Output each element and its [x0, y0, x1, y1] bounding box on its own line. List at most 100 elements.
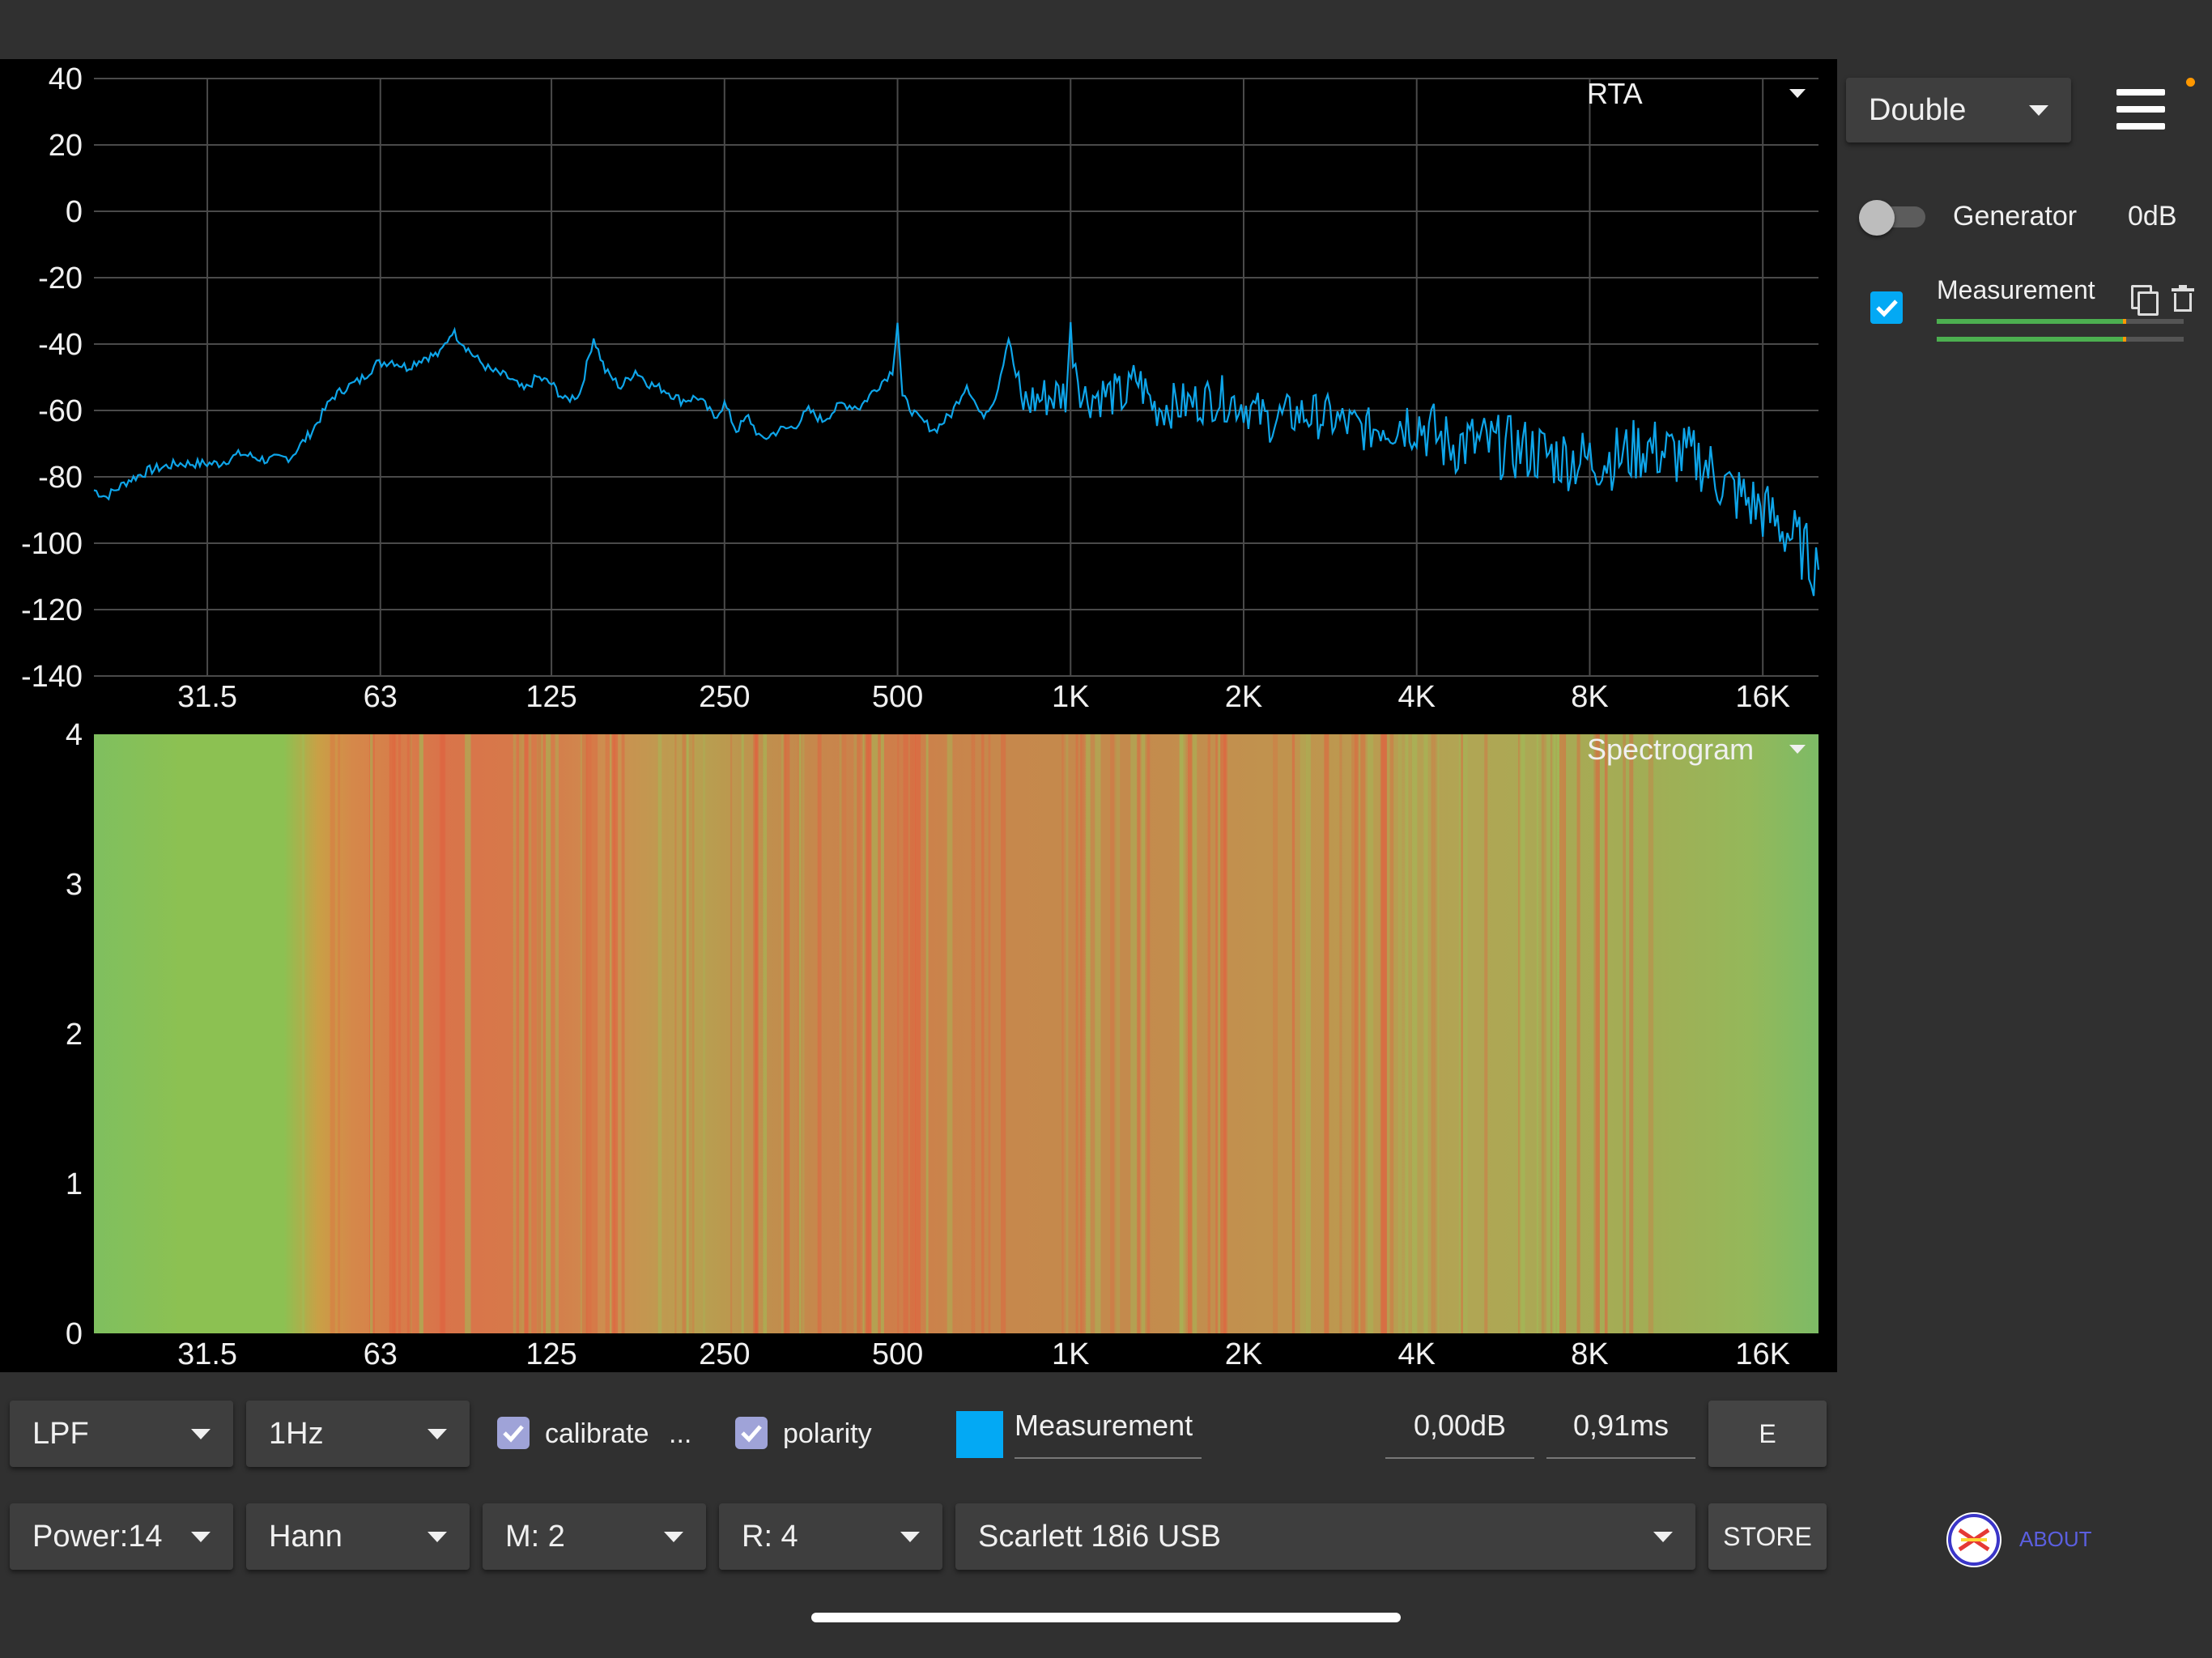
spectrogram-y-tick-label: 0	[66, 1317, 83, 1351]
delay-value: 0,91ms	[1572, 1409, 1670, 1442]
spectrogram-streak	[302, 734, 305, 1333]
spectrogram-streak	[613, 734, 616, 1333]
generator-level[interactable]: 0dB	[2128, 201, 2177, 232]
rta-y-tick-label: 0	[66, 195, 83, 229]
spectrogram-streak	[909, 734, 913, 1333]
resolution-select[interactable]: 1Hz	[246, 1401, 470, 1467]
device-select[interactable]: Scarlett 18i6 USB	[955, 1503, 1695, 1570]
spectrogram-streak	[1079, 734, 1083, 1333]
spectrogram-streak	[1536, 734, 1538, 1333]
rta-y-tick-label: 20	[49, 129, 83, 163]
spectrogram-streak	[1576, 734, 1580, 1333]
delay-field[interactable]: 0,91ms	[1546, 1409, 1695, 1459]
spectrogram-streak	[755, 734, 758, 1333]
e-button[interactable]: E	[1708, 1401, 1827, 1467]
rta-y-tick-label: -40	[38, 328, 83, 362]
spectrogram-streak	[741, 734, 744, 1333]
spectrogram-streak	[763, 734, 768, 1333]
rta-y-tick-label: -60	[38, 394, 83, 428]
polarity-checkbox[interactable]	[735, 1417, 768, 1449]
generator-label: Generator	[1953, 201, 2078, 232]
chevron-down-icon	[664, 1532, 683, 1542]
check-icon	[741, 1425, 762, 1443]
spectrogram-streak	[1339, 734, 1342, 1333]
about-logo-icon[interactable]	[1946, 1512, 2001, 1567]
spectrogram-streak	[1562, 734, 1567, 1333]
measurement-name-field[interactable]: Measurement	[1015, 1409, 1202, 1459]
home-indicator[interactable]	[811, 1613, 1401, 1622]
check-icon	[503, 1425, 524, 1443]
menu-button[interactable]	[2113, 87, 2170, 136]
filter-select[interactable]: LPF	[10, 1401, 233, 1467]
spectrogram-streak	[591, 734, 598, 1333]
spectrogram-streak	[1380, 734, 1387, 1333]
window-select[interactable]: Hann	[246, 1503, 470, 1570]
rta-y-tick-label: -120	[21, 593, 83, 627]
gain-field[interactable]: 0,00dB	[1385, 1409, 1534, 1459]
power-select-value: Power:14	[32, 1519, 163, 1554]
spectrogram-streak	[1273, 734, 1278, 1333]
measurement-label: Measurement	[1937, 275, 2095, 304]
rta-x-tick-label: 250	[699, 680, 750, 714]
spectrogram-streak	[1291, 734, 1295, 1333]
spectrogram-streak	[1207, 734, 1210, 1333]
spectrogram-streak	[537, 734, 542, 1333]
spectrogram-streak	[1484, 734, 1488, 1333]
spectrogram-streak	[1215, 734, 1218, 1333]
device-select-value: Scarlett 18i6 USB	[978, 1519, 1221, 1554]
spectrogram-streak	[897, 734, 900, 1333]
spectrogram-x-tick-label: 8K	[1571, 1337, 1608, 1371]
spectrogram-streak	[1604, 734, 1608, 1333]
spectrogram-streak	[338, 734, 341, 1333]
copy-icon[interactable]	[2131, 285, 2159, 316]
charts-svg[interactable]: 31.5 63 125 250 500 1K 2K 4K 8K 16K40200-20-40-60…	[0, 59, 1837, 1372]
spectrogram-y-tick-label: 4	[66, 718, 83, 752]
spectrogram-streak	[1130, 734, 1137, 1333]
spectrogram-view-select[interactable]: Spectrogram	[1587, 733, 1814, 768]
rta-view-select[interactable]: RTA	[1587, 77, 1814, 113]
chevron-down-icon	[2029, 105, 2048, 116]
spectrogram-streak	[1648, 734, 1654, 1333]
r-select-value: R: 4	[742, 1519, 798, 1554]
spectrogram-streak	[419, 734, 423, 1333]
store-button[interactable]: STORE	[1708, 1503, 1827, 1570]
rta-x-tick-label: 500	[872, 680, 923, 714]
calibrate-more-button[interactable]: ...	[669, 1418, 691, 1450]
spectrogram-streak	[1629, 734, 1634, 1333]
calibrate-checkbox[interactable]	[497, 1417, 530, 1449]
spectrogram-streak	[1595, 734, 1600, 1333]
power-select[interactable]: Power:14	[10, 1503, 233, 1570]
toggle-knob	[1859, 200, 1895, 236]
spectrogram-streak	[925, 734, 929, 1333]
spectrogram-x-tick-label: 250	[699, 1337, 750, 1371]
spectrogram-streak	[406, 734, 411, 1333]
spectrogram-streak	[1300, 734, 1307, 1333]
trash-icon[interactable]	[2172, 285, 2194, 312]
spectrogram-streak	[783, 734, 790, 1333]
spectrogram-y-tick-label: 2	[66, 1018, 83, 1052]
mode-select[interactable]: Double	[1846, 78, 2071, 142]
measurement-visible-checkbox[interactable]	[1870, 291, 1903, 324]
spectrogram-y-tick-label: 3	[66, 868, 83, 902]
level-meter-1	[1937, 319, 2184, 324]
e-button-label: E	[1759, 1418, 1776, 1448]
spectrogram-streak	[946, 734, 953, 1333]
spectrogram-streak	[1114, 734, 1121, 1333]
generator-toggle[interactable]	[1859, 198, 1929, 236]
spectrogram-x-tick-label: 125	[525, 1337, 576, 1371]
spectrogram-x-tick-label: 500	[872, 1337, 923, 1371]
m-select[interactable]: M: 2	[483, 1503, 706, 1570]
rta-x-tick-label: 1K	[1052, 680, 1089, 714]
spectrogram-streak	[1179, 734, 1184, 1333]
window-select-value: Hann	[269, 1519, 342, 1554]
spectrogram-streak	[1145, 734, 1151, 1333]
rta-x-tick-label: 31.5	[177, 680, 237, 714]
spectrogram-streak	[857, 734, 861, 1333]
calibrate-label: calibrate	[545, 1418, 649, 1449]
spectrogram-view-label: Spectrogram	[1587, 733, 1755, 766]
r-select[interactable]: R: 4	[719, 1503, 942, 1570]
rta-x-tick-label: 125	[525, 680, 576, 714]
spectrogram-streak	[1389, 734, 1394, 1333]
about-link[interactable]: ABOUT	[2019, 1527, 2092, 1552]
measurement-color-swatch[interactable]	[956, 1411, 1003, 1458]
